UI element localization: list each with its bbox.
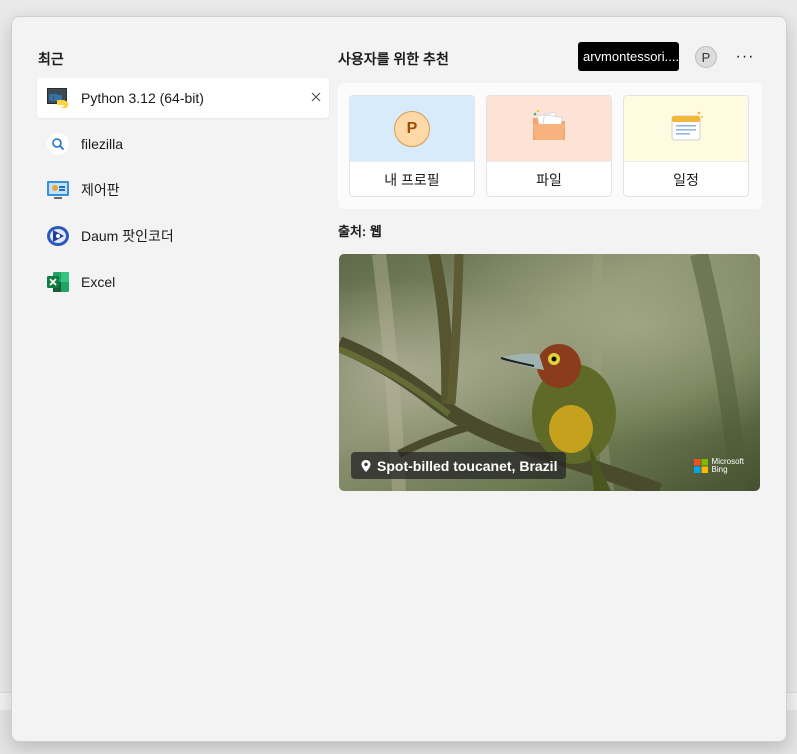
python-icon bbox=[46, 86, 70, 110]
source-label: 출처: 웹 bbox=[338, 224, 382, 239]
calendar-card[interactable]: 일정 bbox=[623, 95, 749, 197]
web-image-card[interactable]: Spot-billed toucanet, Brazil Microsoft B… bbox=[339, 254, 760, 491]
recommended-title: 사용자를 위한 추천 bbox=[338, 51, 449, 67]
recent-item-filezilla[interactable]: filezilla bbox=[37, 124, 329, 164]
recommended-cards: P 내 프로필 파일 일정 bbox=[338, 83, 762, 209]
location-pin-icon bbox=[361, 459, 371, 472]
recent-item-daum-potencoder[interactable]: Daum 팟인코더 bbox=[37, 216, 329, 256]
recent-item-control-panel[interactable]: 제어판 bbox=[37, 170, 329, 210]
recent-item-label: Excel bbox=[81, 274, 116, 290]
files-card[interactable]: 파일 bbox=[486, 95, 612, 197]
recent-item-label: Python 3.12 (64-bit) bbox=[81, 90, 204, 106]
avatar[interactable]: P bbox=[695, 46, 717, 68]
card-label: 파일 bbox=[487, 161, 611, 196]
recent-item-label: Daum 팟인코더 bbox=[81, 228, 174, 244]
recent-title: 최근 bbox=[38, 51, 64, 67]
microsoft-logo-icon bbox=[693, 459, 708, 473]
recent-item-python[interactable]: Python 3.12 (64-bit) bbox=[37, 78, 329, 118]
recent-item-label: 제어판 bbox=[81, 182, 120, 198]
control-panel-icon bbox=[46, 178, 70, 202]
daum-potencoder-icon bbox=[46, 224, 70, 248]
recent-list: Python 3.12 (64-bit) filezilla 제어판 Daum … bbox=[37, 78, 329, 308]
caption-text: Spot-billed toucanet, Brazil bbox=[377, 457, 558, 474]
search-icon bbox=[46, 132, 70, 156]
recent-item-excel[interactable]: Excel bbox=[37, 262, 329, 302]
microsoft-bing-logo: Microsoft Bing bbox=[693, 458, 744, 474]
card-label: 내 프로필 bbox=[350, 161, 474, 196]
more-options-button[interactable]: ··· bbox=[732, 46, 758, 68]
calendar-icon bbox=[666, 108, 706, 149]
folder-icon bbox=[529, 108, 569, 149]
profile-card[interactable]: P 내 프로필 bbox=[349, 95, 475, 197]
profile-icon: P bbox=[394, 110, 430, 147]
excel-icon bbox=[46, 270, 70, 294]
bing-line2: Bing bbox=[711, 465, 728, 474]
start-menu-panel: 최근 Python 3.12 (64-bit) filezilla 제어판 Da… bbox=[11, 16, 787, 742]
close-icon[interactable] bbox=[309, 90, 323, 104]
card-label: 일정 bbox=[624, 161, 748, 196]
recent-item-label: filezilla bbox=[81, 136, 124, 152]
image-caption[interactable]: Spot-billed toucanet, Brazil bbox=[351, 452, 567, 479]
account-button[interactable]: arvmontessori.... bbox=[578, 42, 679, 71]
